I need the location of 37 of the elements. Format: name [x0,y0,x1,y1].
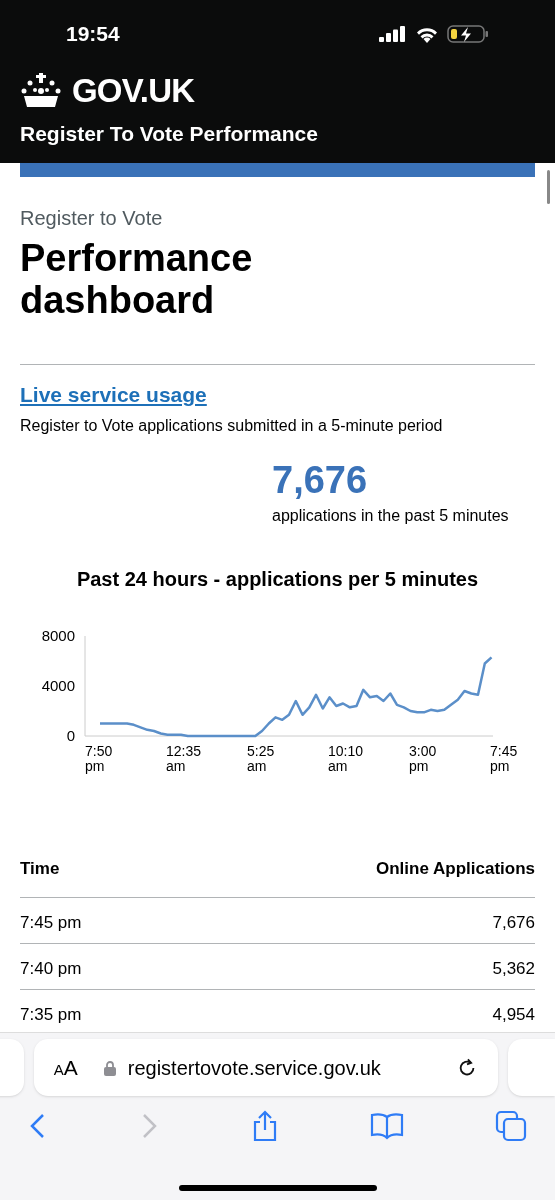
x-tick-label: 10:10 am [327,743,365,774]
table-cell-text: 7:40 pm [20,958,82,980]
chart-title: Past 24 hours - applications per 5 minutes [75,566,480,592]
x-tick-label: 7:45 pm [489,743,519,774]
x-tick-label: 12:35 am [165,743,203,774]
tabs-icon[interactable] [495,1110,527,1142]
x-tick-label: 7:50 pm [84,743,114,774]
y-tick-label: 4000 [41,677,75,693]
url-text: registertovote.service.gov.uk [127,1055,381,1081]
count-label: applications in the past 5 minutes [272,505,509,526]
page-caption: Register to Vote [20,206,164,231]
text-size-button[interactable]: AA [53,1051,92,1084]
govuk-logo: GOV.UK [72,71,195,112]
live-service-link[interactable]: Live service usage [20,379,535,411]
table-cell-text: 7:35 pm [20,1004,82,1026]
x-tick-label: 3:00 pm [408,743,438,774]
application-count: 7,676 [272,459,368,500]
column-header: Time [20,857,60,880]
address-bar[interactable]: AA registertovote.service.gov.uk [33,1039,498,1096]
table-cell-text: 7,676 [492,912,535,934]
battery-charging-icon [447,25,489,43]
signal-icon [379,26,407,42]
y-tick-label: 8000 [41,627,75,643]
wifi-icon [415,25,439,43]
table-cell-text: 5,362 [492,958,535,980]
book-icon[interactable] [369,1112,404,1140]
table-cell-text: 7:45 pm [20,912,82,934]
table-cell-text: 4,954 [492,1004,535,1026]
y-tick-label: 0 [66,727,75,743]
live-description: Register to Vote applications submitted in a 5-minute period [20,415,444,436]
lock-icon [103,1059,116,1076]
x-tick-label: 5:25 am [246,743,276,774]
scrollbar [547,170,550,204]
status-time: 19:54 [66,21,120,48]
page-title: Performance dashboard [20,237,254,321]
column-header: Online Applications [376,857,535,880]
service-name: Register To Vote Performance [19,121,319,147]
